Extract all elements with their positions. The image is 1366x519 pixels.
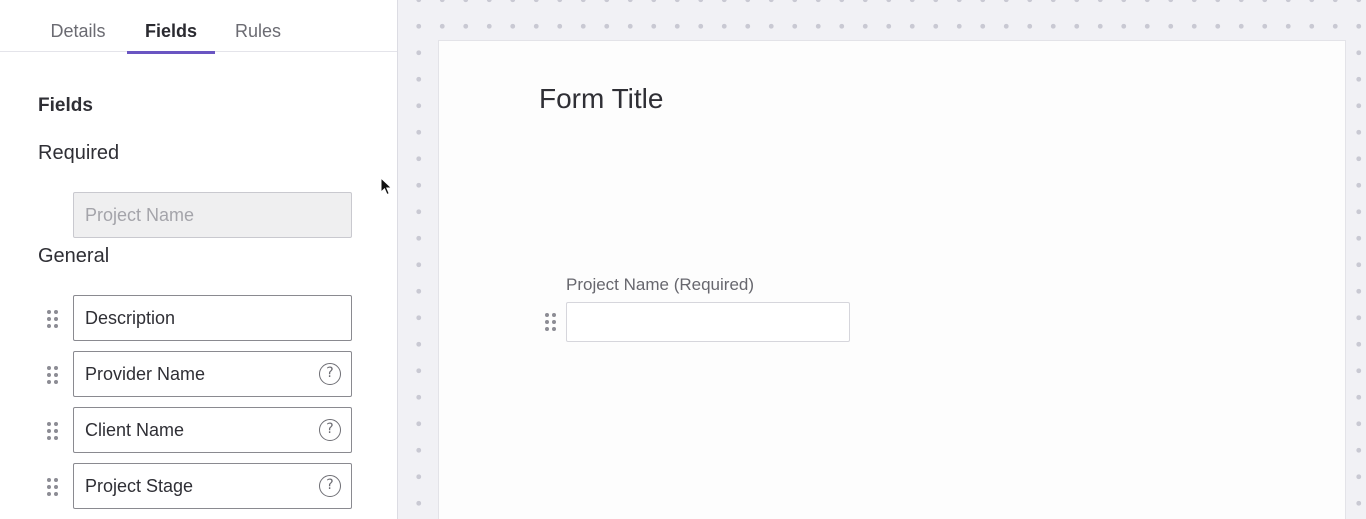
field-item-description[interactable]: Description bbox=[73, 295, 352, 341]
drag-handle-icon[interactable] bbox=[47, 310, 59, 328]
field-label: Project Name (Required) bbox=[566, 275, 755, 294]
form-builder: Details Fields Rules Fields Required Pro… bbox=[0, 0, 1366, 519]
panel-heading: Fields bbox=[38, 95, 93, 116]
field-item-label: Provider Name bbox=[85, 364, 206, 384]
field-item-label: Client Name bbox=[85, 420, 185, 440]
panel-tabs: Details Fields Rules bbox=[0, 0, 397, 54]
drag-handle-icon[interactable] bbox=[47, 422, 59, 440]
field-item-provider-name[interactable]: Provider Name ? bbox=[73, 351, 352, 397]
field-item-label: Description bbox=[85, 308, 176, 328]
form-canvas: Form Title Project Name (Required) bbox=[398, 0, 1366, 519]
drag-handle-icon[interactable] bbox=[47, 366, 59, 384]
field-item-project-stage[interactable]: Project Stage ? bbox=[73, 463, 352, 509]
question-circle-icon[interactable]: ? bbox=[319, 419, 341, 441]
general-section-label: General bbox=[38, 245, 110, 267]
drag-handle-icon[interactable] bbox=[47, 478, 59, 496]
field-item-client-name[interactable]: Client Name ? bbox=[73, 407, 352, 453]
form-preview-card: Form Title Project Name (Required) bbox=[438, 40, 1346, 519]
tab-fields[interactable]: Fields bbox=[127, 0, 215, 54]
field-item-label: Project Stage bbox=[85, 476, 194, 496]
tab-details[interactable]: Details bbox=[38, 0, 118, 54]
fields-panel: Details Fields Rules Fields Required Pro… bbox=[0, 0, 398, 519]
question-circle-icon[interactable]: ? bbox=[319, 363, 341, 385]
field-item-project-name: Project Name bbox=[73, 192, 352, 238]
drag-handle-icon[interactable] bbox=[545, 313, 557, 331]
tab-rules[interactable]: Rules bbox=[226, 0, 290, 54]
required-section-label: Required bbox=[38, 142, 120, 164]
field-item-label: Project Name bbox=[85, 205, 195, 225]
project-name-input[interactable] bbox=[566, 302, 850, 342]
mouse-cursor-icon bbox=[380, 177, 393, 196]
question-circle-icon[interactable]: ? bbox=[319, 475, 341, 497]
form-title[interactable]: Form Title bbox=[539, 83, 663, 115]
